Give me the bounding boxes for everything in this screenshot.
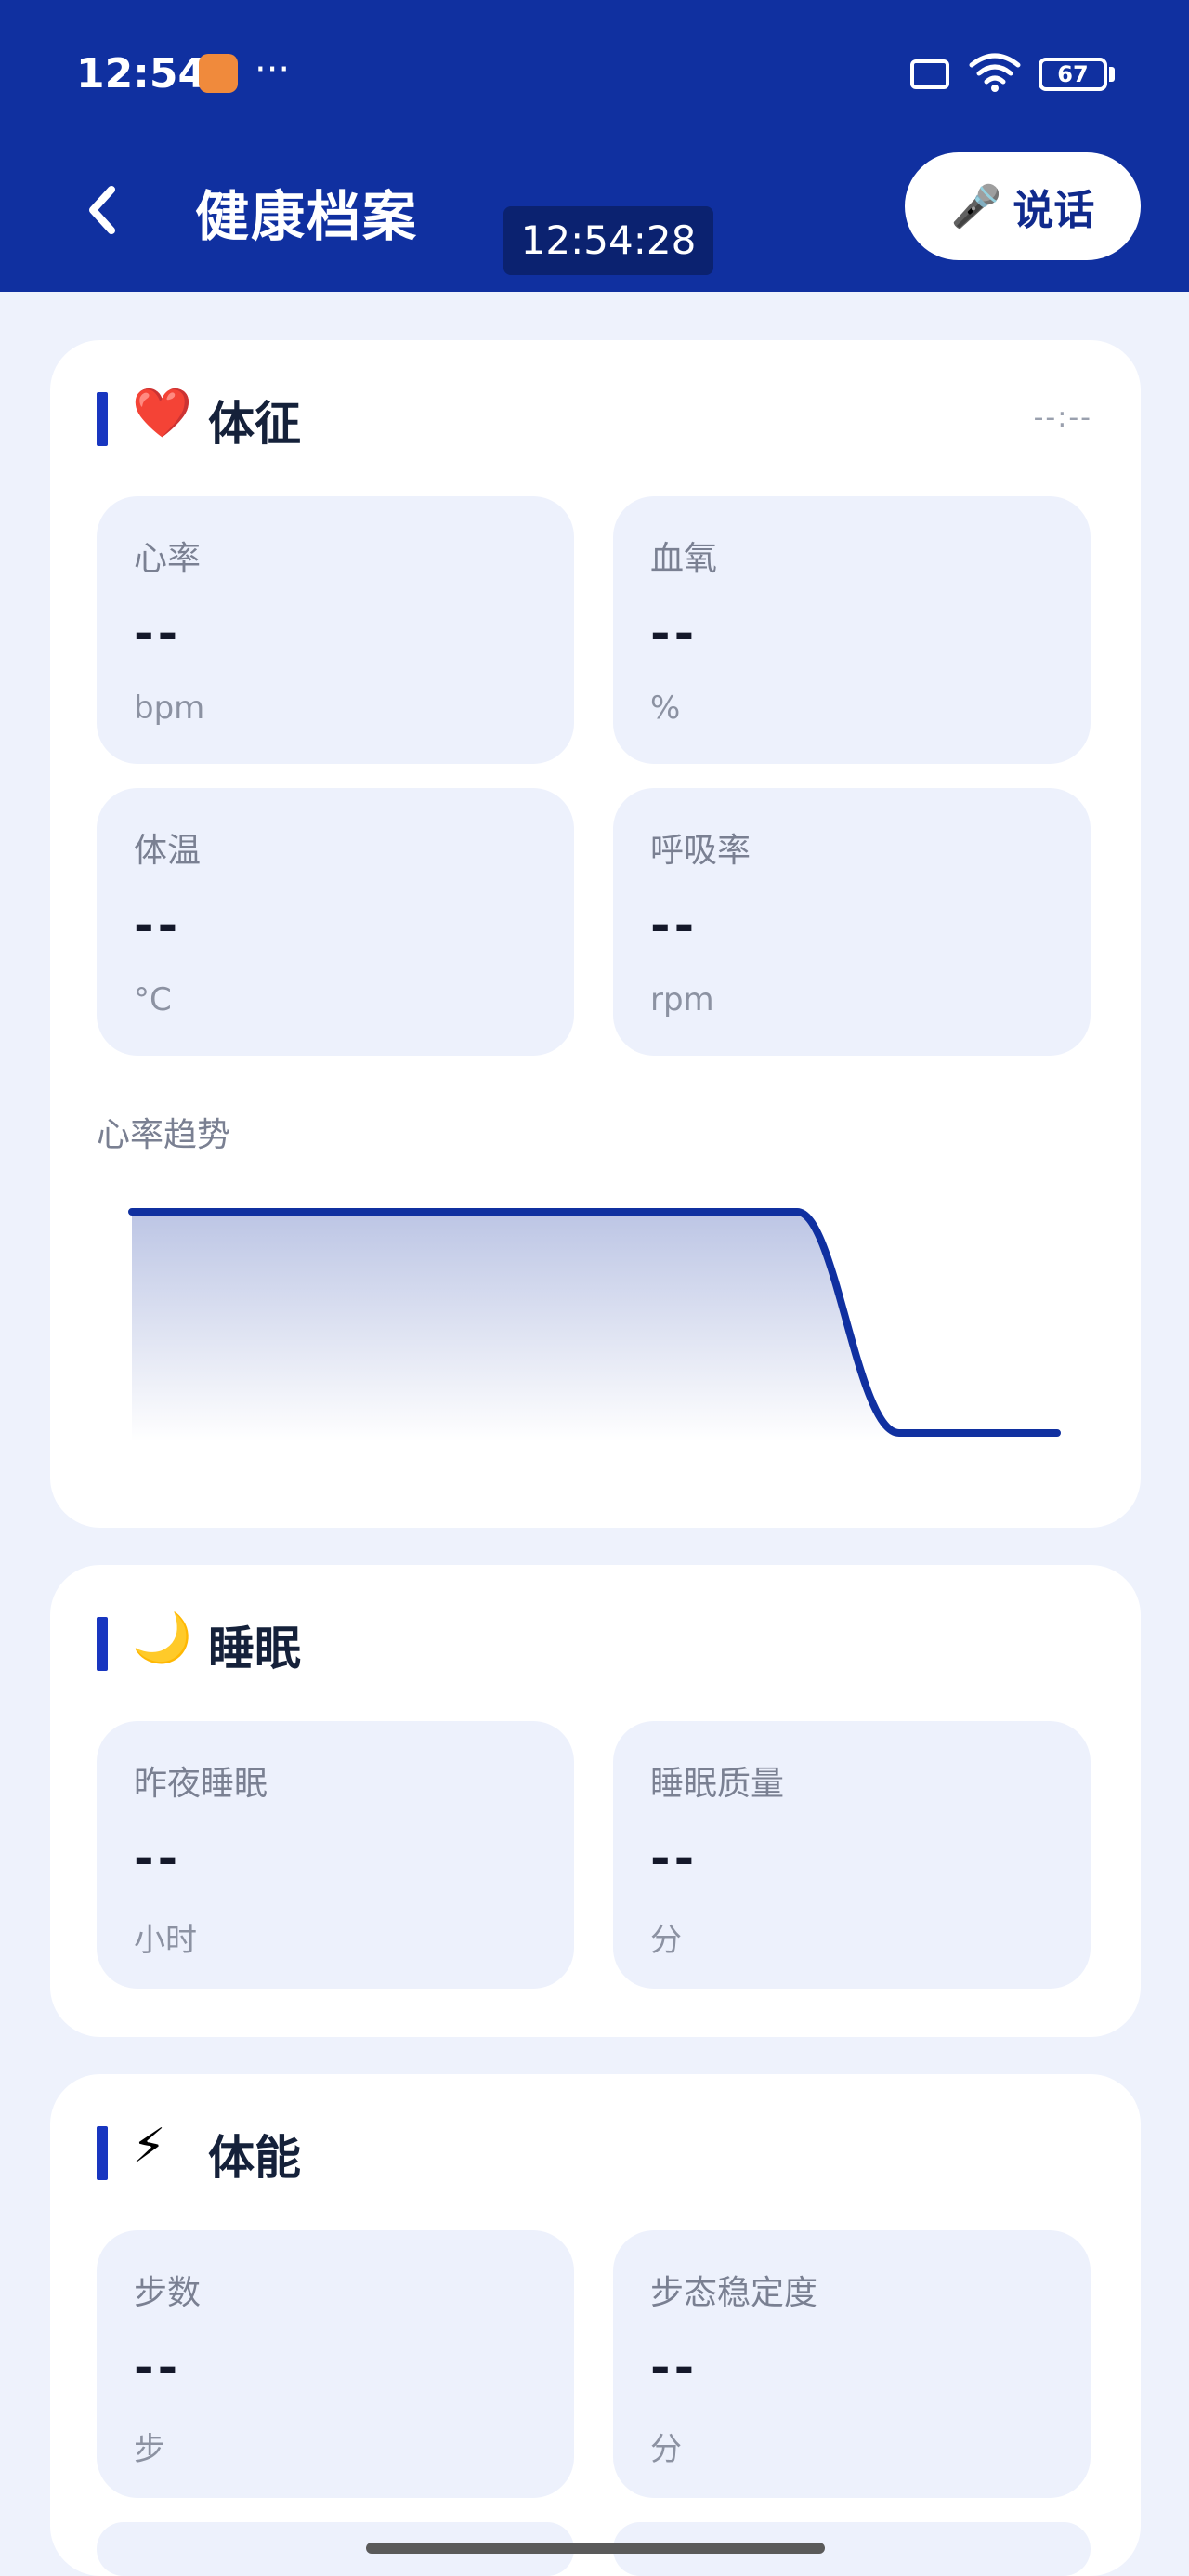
tile-unit: 分	[650, 1922, 682, 1959]
heart-icon: ❤️	[132, 386, 192, 441]
sleep-title: 睡眠	[208, 1622, 301, 1676]
home-indicator[interactable]	[366, 2543, 825, 2554]
tile-label: 步态稳定度	[650, 2274, 818, 2312]
app-header: 12:54 ··· 67 健康档案 12:54:28 🎤 说话	[0, 0, 1189, 292]
tile-unit: °C	[134, 981, 172, 1019]
clock-badge: 12:54:28	[503, 206, 713, 275]
body-temperature-tile[interactable]: 体温 -- °C	[97, 788, 574, 1056]
respiration-rate-tile[interactable]: 呼吸率 -- rpm	[613, 788, 1091, 1056]
status-more-dots: ···	[255, 48, 291, 91]
tile-unit: rpm	[650, 981, 714, 1019]
fitness-title: 体能	[208, 2131, 301, 2185]
battery-tip	[1109, 67, 1115, 82]
section-accent-bar	[97, 1617, 108, 1671]
section-accent-bar	[97, 2126, 108, 2180]
tile-unit: %	[650, 690, 681, 727]
gait-stability-tile[interactable]: 步态稳定度 -- 分	[613, 2230, 1091, 2498]
speak-button[interactable]: 🎤 说话	[905, 152, 1141, 260]
tile-value: --	[134, 606, 182, 662]
tile-label: 步数	[134, 2274, 202, 2312]
tile-label: 血氧	[650, 540, 718, 578]
page-title: 健康档案	[195, 185, 419, 248]
sleep-quality-tile[interactable]: 睡眠质量 -- 分	[613, 1721, 1091, 1989]
tile-value: --	[134, 898, 182, 953]
speak-button-label: 说话	[1013, 187, 1095, 234]
vitals-title: 体征	[208, 397, 301, 451]
moon-icon: 🌙	[132, 1610, 192, 1666]
vitals-card: ❤️ 体征 --:-- 心率 -- bpm 血氧 -- % 体温 -- °C 呼…	[50, 340, 1141, 1528]
sleep-card: 🌙 睡眠 昨夜睡眠 -- 小时 睡眠质量 -- 分	[50, 1565, 1141, 2037]
trend-area	[132, 1212, 1057, 1442]
heart-rate-trend-chart	[128, 1208, 1061, 1442]
tile-label: 呼吸率	[650, 832, 751, 870]
tile-unit: bpm	[134, 690, 205, 727]
section-accent-bar	[97, 392, 108, 446]
tile-value: --	[134, 1831, 182, 1886]
wifi-icon	[969, 53, 1021, 92]
status-time: 12:54	[76, 50, 207, 98]
tile-unit: 分	[650, 2431, 682, 2468]
tile-value: --	[650, 898, 699, 953]
last-night-sleep-tile[interactable]: 昨夜睡眠 -- 小时	[97, 1721, 574, 1989]
vitals-time: --:--	[1033, 401, 1092, 434]
tile-unit: 步	[134, 2431, 165, 2468]
tile-value: --	[650, 1831, 699, 1886]
tile-value: --	[650, 2340, 699, 2396]
back-icon[interactable]	[85, 182, 117, 238]
sim-icon	[910, 59, 949, 89]
fitness-card: ⚡ 体能 步数 -- 步 步态稳定度 -- 分	[50, 2074, 1141, 2576]
tile-label: 体温	[134, 832, 202, 870]
tile-label: 睡眠质量	[650, 1765, 785, 1803]
heart-rate-trend-label: 心率趋势	[97, 1116, 231, 1154]
microphone-icon: 🎤	[950, 183, 1002, 230]
tile-label: 心率	[134, 540, 202, 578]
battery-icon: 67	[1039, 58, 1107, 91]
tile-unit: 小时	[134, 1922, 197, 1959]
steps-tile[interactable]: 步数 -- 步	[97, 2230, 574, 2498]
heart-rate-tile[interactable]: 心率 -- bpm	[97, 496, 574, 764]
blood-oxygen-tile[interactable]: 血氧 -- %	[613, 496, 1091, 764]
app-notification-icon	[199, 54, 238, 93]
lightning-icon: ⚡	[132, 2119, 166, 2175]
tile-label: 昨夜睡眠	[134, 1765, 268, 1803]
tile-value: --	[650, 606, 699, 662]
tile-value: --	[134, 2340, 182, 2396]
